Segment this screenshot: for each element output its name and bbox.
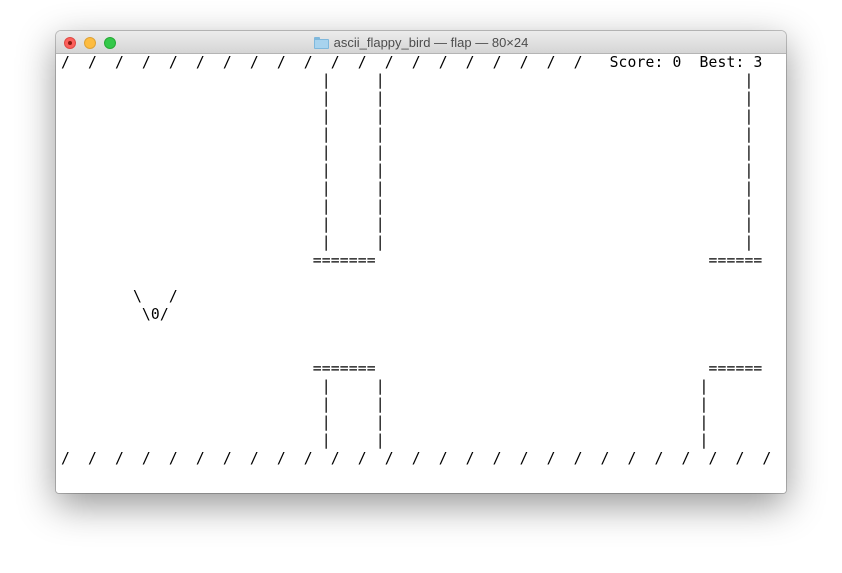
terminal-screen[interactable]: / / / / / / / / / / / / / / / / / / / / … bbox=[56, 54, 786, 493]
title-bar[interactable]: ascii_flappy_bird — flap — 80×24 bbox=[56, 31, 786, 54]
folder-icon bbox=[313, 37, 329, 49]
screen-row: | | | bbox=[61, 216, 754, 233]
screen-row: | | | bbox=[61, 108, 754, 125]
screen-row: | | | bbox=[61, 72, 754, 89]
window-title-container: ascii_flappy_bird — flap — 80×24 bbox=[56, 31, 786, 54]
screen-row: | | | bbox=[61, 378, 709, 395]
screen-row: | | | bbox=[61, 396, 709, 413]
best-value: 3 bbox=[753, 54, 763, 71]
game-screen: / / / / / / / / / / / / / / / / / / / / … bbox=[61, 54, 771, 468]
score-value: 0 bbox=[672, 54, 682, 71]
screen-row: | | | bbox=[61, 234, 754, 251]
bird-wings: \ / bbox=[61, 288, 178, 305]
terminal-window: ascii_flappy_bird — flap — 80×24 / / / /… bbox=[56, 31, 786, 493]
screen-row: | | | bbox=[61, 180, 754, 197]
screen-row: | | | bbox=[61, 414, 709, 431]
screen-row: | | | bbox=[61, 144, 754, 161]
bottom-border: / / / / / / / / / / / / / / / / / / / / … bbox=[61, 450, 772, 467]
best-label: Best: bbox=[699, 54, 745, 71]
pipe-cap-row: ======= ====== bbox=[61, 252, 763, 269]
bird-body: \0/ bbox=[61, 306, 169, 323]
screen-row: | | | bbox=[61, 126, 754, 143]
score-label: Score: bbox=[609, 54, 664, 71]
pipe-cap-row: ======= ====== bbox=[61, 360, 763, 377]
screen-row: | | | bbox=[61, 162, 754, 179]
window-title: ascii_flappy_bird — flap — 80×24 bbox=[333, 35, 529, 50]
screen-row: | | | bbox=[61, 432, 709, 449]
top-border: / / / / / / / / / / / / / / / / / / / / bbox=[61, 54, 583, 71]
screen-row: | | | bbox=[61, 198, 754, 215]
screen-row: | | | bbox=[61, 90, 754, 107]
